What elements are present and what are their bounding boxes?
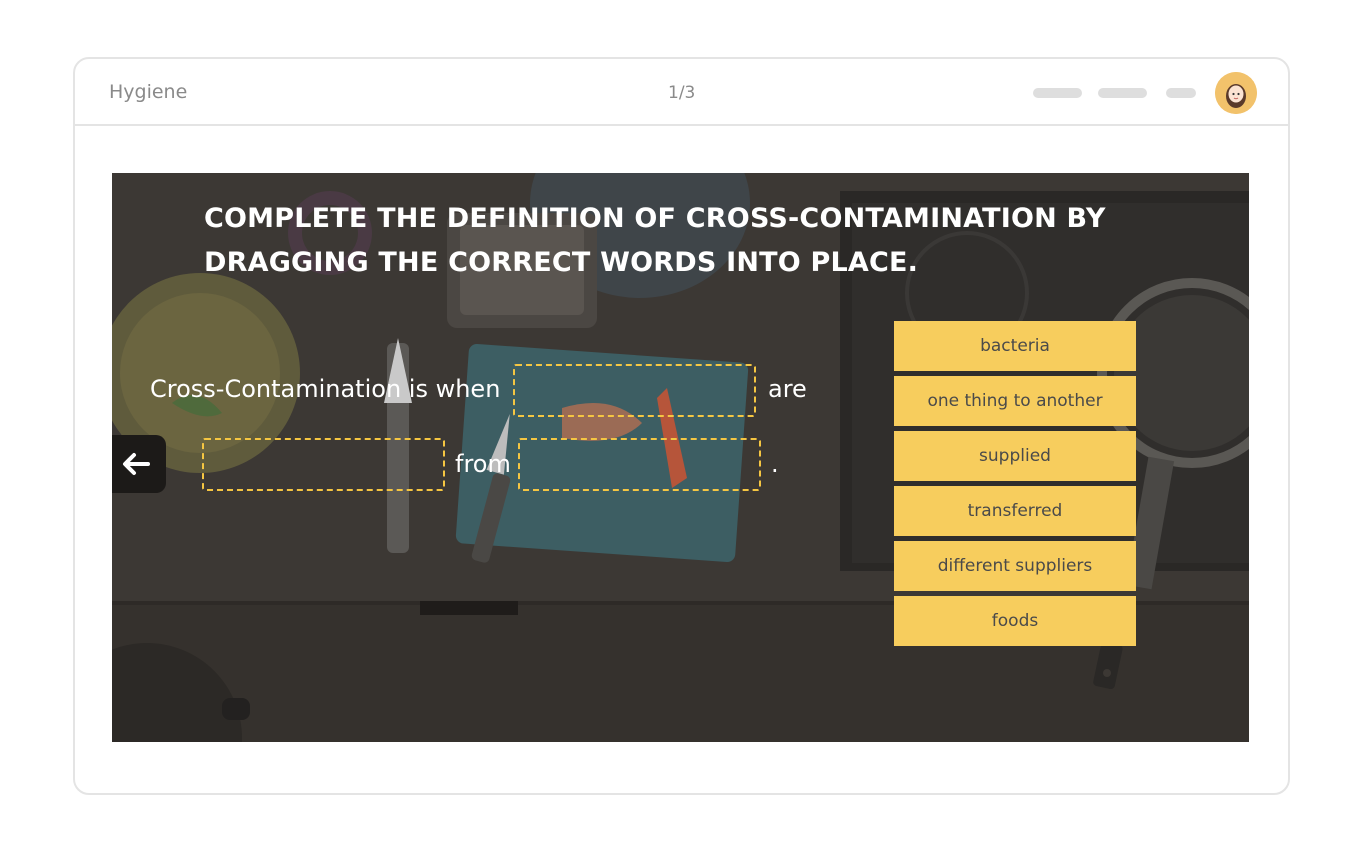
back-button[interactable] — [112, 435, 166, 493]
card-header: Hygiene 1/3 — [75, 59, 1288, 126]
word-chip-one-thing-to-another[interactable]: one thing to another — [894, 376, 1136, 426]
progress-pill-3 — [1166, 88, 1196, 98]
sentence-part-3: from — [455, 450, 511, 478]
word-chip-foods[interactable]: foods — [894, 596, 1136, 646]
sentence-part-1: Cross-Contamination is when — [150, 375, 501, 403]
instruction-heading: COMPLETE THE DEFINITION OF CROSS-CONTAMI… — [204, 203, 1106, 278]
word-chip-bacteria[interactable]: bacteria — [894, 321, 1136, 371]
arrow-left-icon — [123, 453, 150, 475]
drop-zone-3[interactable] — [518, 438, 761, 491]
word-chip-different-suppliers[interactable]: different suppliers — [894, 541, 1136, 591]
drop-zone-2[interactable] — [202, 438, 445, 491]
activity-stage: COMPLETE THE DEFINITION OF CROSS-CONTAMI… — [112, 173, 1249, 742]
sentence-part-2: are — [768, 375, 807, 403]
page-indicator: 1/3 — [668, 83, 696, 103]
user-avatar-icon[interactable] — [1215, 72, 1257, 114]
word-chip-transferred[interactable]: transferred — [894, 486, 1136, 536]
word-chip-supplied[interactable]: supplied — [894, 431, 1136, 481]
lesson-title: Hygiene — [109, 81, 188, 103]
sentence-part-4: . — [771, 450, 779, 478]
drop-zone-1[interactable] — [513, 364, 756, 417]
progress-pill-2 — [1098, 88, 1147, 98]
progress-pill-1 — [1033, 88, 1082, 98]
